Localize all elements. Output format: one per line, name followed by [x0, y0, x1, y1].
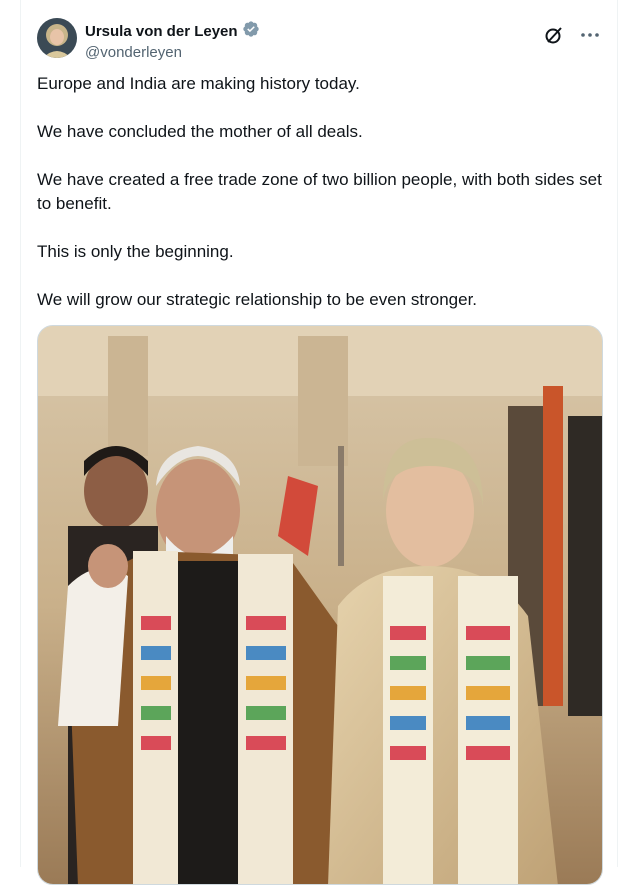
- author-handle[interactable]: @vonderleyen: [85, 43, 260, 63]
- tweet-photo[interactable]: [37, 325, 603, 885]
- header-actions: [543, 24, 601, 46]
- tweet-header: Ursula von der Leyen @vonderleyen: [37, 16, 605, 64]
- tweet-paragraph: Europe and India are making history toda…: [37, 74, 360, 93]
- tweet-card: Ursula von der Leyen @vonderleyen Europe…: [20, 0, 618, 885]
- tweet-paragraph: We have created a free trade zone of two…: [37, 170, 607, 213]
- author-name[interactable]: Ursula von der Leyen: [85, 22, 238, 42]
- more-icon[interactable]: [579, 24, 601, 46]
- tweet-paragraph: We will grow our strategic relationship …: [37, 290, 478, 309]
- verified-badge-icon: [242, 20, 260, 43]
- tweet-text: Europe and India are making history toda…: [37, 72, 603, 336]
- tweet-paragraph: This is only the beginning.: [37, 242, 234, 261]
- grok-icon[interactable]: [543, 24, 565, 46]
- tweet-paragraph: We have concluded the mother of all deal…: [37, 122, 363, 141]
- avatar[interactable]: [37, 18, 77, 58]
- photo-illustration: [38, 326, 602, 884]
- author-block: Ursula von der Leyen @vonderleyen: [85, 20, 260, 63]
